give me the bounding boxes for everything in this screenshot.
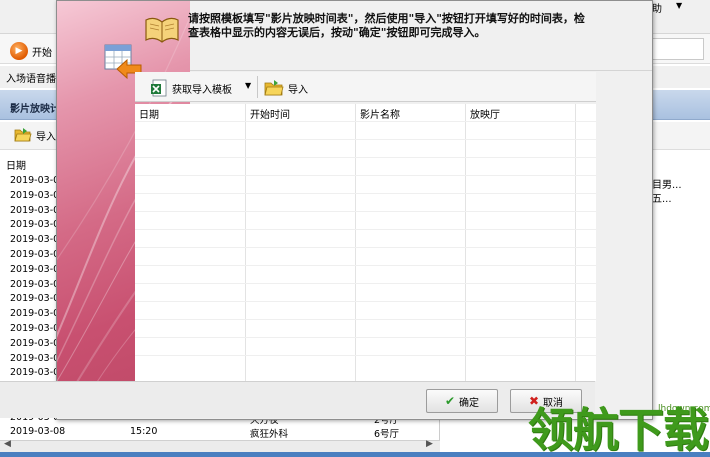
grid-line	[135, 175, 596, 176]
list-item[interactable]: 2019-03-0	[10, 218, 59, 233]
grid-line	[135, 337, 596, 338]
grid-line	[465, 104, 466, 381]
grid-line	[135, 283, 596, 284]
import-label: 导入	[288, 84, 308, 96]
list-item[interactable]: 2019-03-0	[10, 248, 59, 263]
list-item[interactable]: 2019-03-0	[10, 292, 59, 307]
list-item[interactable]: 2019-03-0	[10, 307, 59, 322]
scroll-right-icon[interactable]: ▶	[426, 439, 433, 449]
list-item[interactable]: 2019-03-0	[10, 278, 59, 293]
import-button-label: 导入	[36, 131, 56, 143]
dialog-instruction: 请按照模板填写"影片放映时间表"，然后使用"导入"按钮打开填写好的时间表，检查表…	[188, 12, 585, 39]
cell-hall: 6号厅	[374, 429, 400, 440]
grid-line	[245, 104, 246, 381]
chevron-down-icon[interactable]: ▼	[245, 81, 251, 90]
section-title: 入场语音播	[6, 74, 56, 85]
grid-line	[135, 139, 596, 140]
grid-line	[135, 211, 596, 212]
grid-line	[575, 104, 576, 381]
cell-date: 2019-03-08	[10, 426, 66, 437]
list-item[interactable]: 2019-03-0	[10, 263, 59, 278]
detail-text: 五...	[652, 194, 672, 205]
grid-line	[135, 301, 596, 302]
list-item[interactable]: 2019-03-0	[10, 204, 59, 219]
chevron-down-icon[interactable]: ▼	[676, 1, 682, 10]
start-button[interactable]: ▶ 开始	[8, 40, 55, 62]
grid-line	[135, 355, 596, 356]
menu-help[interactable]: 助	[652, 0, 662, 15]
grid-line	[135, 157, 596, 158]
grid-line	[135, 229, 596, 230]
horizontal-scrollbar[interactable]	[0, 440, 440, 452]
grid-line	[135, 247, 596, 248]
ok-button[interactable]: ✔ 确定	[426, 389, 498, 413]
toolbar-separator	[257, 76, 258, 98]
check-icon: ✔	[444, 394, 456, 408]
list-item[interactable]: 2019-03-0	[10, 189, 59, 204]
list-header-date: 日期	[6, 161, 26, 172]
import-button[interactable]: 导入	[264, 77, 308, 99]
book-icon	[145, 17, 179, 43]
get-template-button[interactable]: 获取导入模板	[150, 77, 232, 99]
cell-time: 15:20	[130, 426, 158, 437]
import-button[interactable]: 导入	[14, 127, 56, 143]
list-item[interactable]: 2019-03-0	[10, 174, 59, 189]
start-button-label: 开始	[32, 47, 52, 59]
panel-title: 影片放映计	[10, 104, 60, 115]
list-rows: 2019-03-0 2019-03-0 2019-03-0 2019-03-0 2019…	[10, 174, 59, 396]
folder-open-icon	[14, 128, 32, 142]
cell-film: 疯狂外科	[250, 429, 289, 440]
folder-open-icon	[264, 80, 284, 96]
list-item[interactable]: 2019-03-0	[10, 352, 59, 367]
grid-line	[355, 104, 356, 381]
column-header-hall[interactable]: 放映厅	[470, 106, 500, 121]
ok-button-label: 确定	[459, 397, 480, 409]
list-item[interactable]: 2019-03-0	[10, 366, 59, 381]
excel-icon	[151, 79, 167, 97]
scroll-left-icon[interactable]: ◀	[4, 439, 11, 449]
grid-line	[135, 319, 596, 320]
dialog-footer	[0, 381, 595, 418]
column-header-start-time[interactable]: 开始时间	[250, 106, 290, 121]
list-item[interactable]: 2019-03-0	[10, 337, 59, 352]
grid-line	[135, 121, 596, 122]
get-template-label: 获取导入模板	[172, 84, 232, 96]
column-header-film-name[interactable]: 影片名称	[360, 106, 400, 121]
column-header-date[interactable]: 日期	[139, 106, 159, 121]
detail-text: 目男...	[652, 180, 682, 191]
toolbar-field[interactable]	[652, 38, 704, 60]
grid-line	[135, 193, 596, 194]
list-item[interactable]: 2019-03-0	[10, 322, 59, 337]
play-icon: ▶	[10, 42, 28, 60]
list-item[interactable]: 2019-03-0	[10, 233, 59, 248]
watermark-logo: 领航下载	[528, 403, 709, 457]
grid-line	[135, 265, 596, 266]
import-grid[interactable]	[135, 104, 596, 381]
